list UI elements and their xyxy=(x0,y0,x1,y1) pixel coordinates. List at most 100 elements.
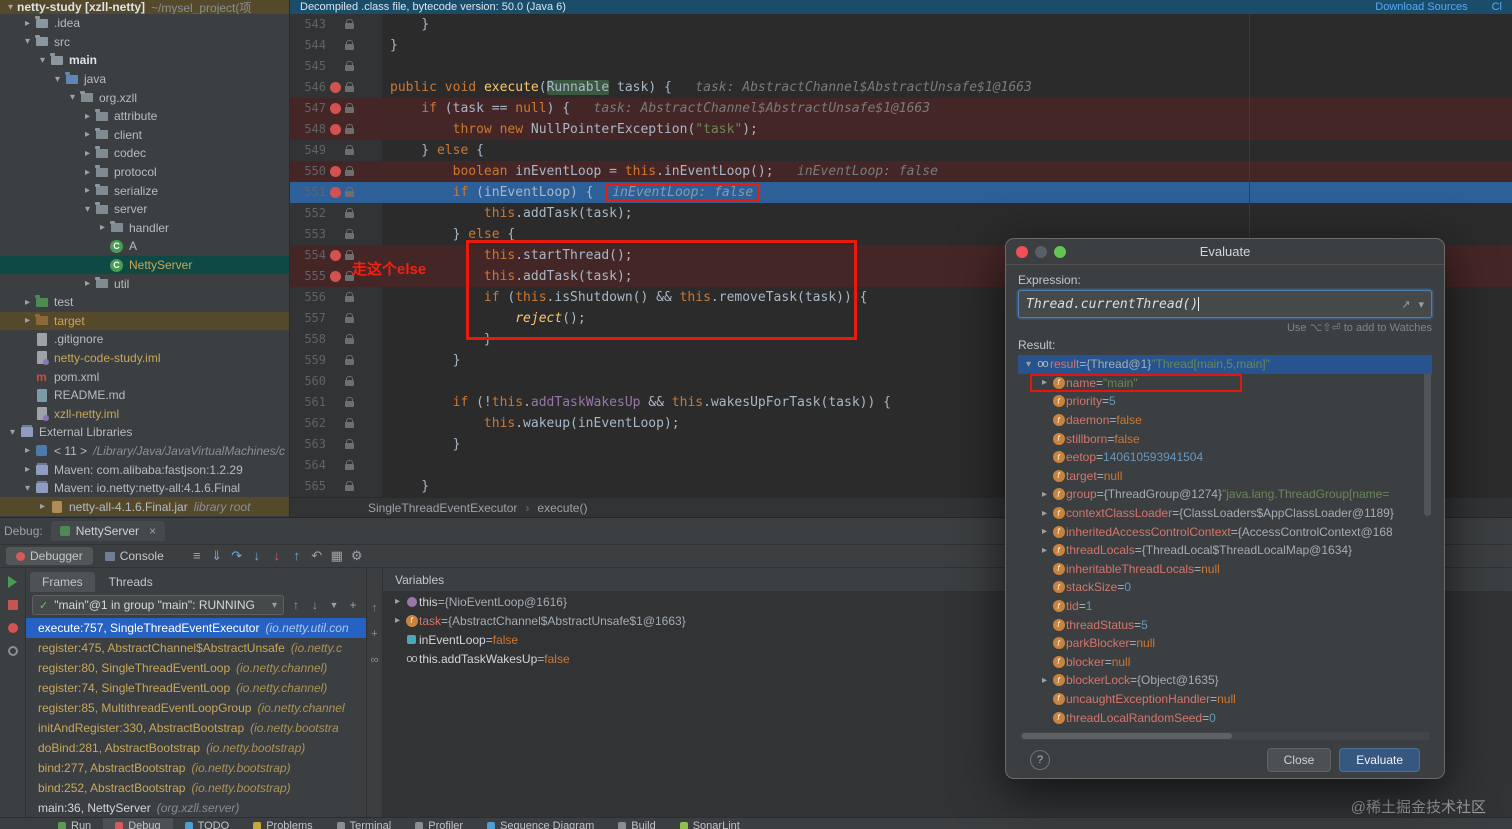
statusbar-item-problems[interactable]: Problems xyxy=(241,818,324,829)
tree-item-readme-md[interactable]: README.md xyxy=(0,386,289,405)
banner-truncated-link[interactable]: Cl xyxy=(1492,1,1502,13)
tree-item-target[interactable]: ▸ target xyxy=(0,311,289,331)
expand-editor-icon[interactable]: ↗ xyxy=(1401,298,1410,311)
help-button[interactable]: ? xyxy=(1030,750,1050,770)
editor-gutter[interactable]: 561 xyxy=(290,392,382,413)
tree-item-maven-io-netty-netty-all-4-1-6-final[interactable]: ▾ Maven: io.netty:netty-all:4.1.6.Final xyxy=(0,479,289,498)
editor-gutter[interactable]: 544 xyxy=(290,35,382,56)
add-watch-icon[interactable]: + xyxy=(371,628,377,640)
evaluate-result-row[interactable]: f priority = 5 xyxy=(1018,392,1432,411)
frame-row[interactable]: doBind:281, AbstractBootstrap (io.netty.b… xyxy=(26,738,366,758)
breakpoint-icon[interactable] xyxy=(330,124,341,135)
editor-gutter[interactable]: 556 xyxy=(290,287,382,308)
frame-row[interactable]: bind:252, AbstractBootstrap (io.netty.boo… xyxy=(26,778,366,798)
tree-item-xzll-netty-iml[interactable]: xzll-netty.iml xyxy=(0,404,289,423)
chevron-right-icon[interactable]: ▸ xyxy=(21,297,34,308)
evaluate-result-row[interactable]: f uncaughtExceptionHandler = null xyxy=(1018,690,1432,709)
force-step-into-icon[interactable]: ↓ xyxy=(268,548,286,564)
editor-gutter[interactable]: 549 xyxy=(290,140,382,161)
chevron-down-icon[interactable]: ▾ xyxy=(66,92,79,103)
settings-icon[interactable]: ⚙ xyxy=(348,548,366,564)
step-over-icon[interactable]: ↷ xyxy=(228,548,246,564)
tree-item-external-libraries[interactable]: ▾ External Libraries xyxy=(0,423,289,442)
layout-settings-icon[interactable]: ≡ xyxy=(188,548,206,564)
chevron-right-icon[interactable]: ▸ xyxy=(81,129,94,140)
tree-item--11-[interactable]: ▸ < 11 > /Library/Java/JavaVirtualMachines… xyxy=(0,442,289,461)
tree-item-client[interactable]: ▸ client xyxy=(0,126,289,145)
tree-item-server[interactable]: ▾ server xyxy=(0,200,289,219)
breakpoint-icon[interactable] xyxy=(330,166,341,177)
add-icon[interactable]: + xyxy=(346,598,360,612)
editor-gutter[interactable]: 553 xyxy=(290,224,382,245)
frame-row[interactable]: execute:757, SingleThreadEventExecutor (i… xyxy=(26,618,366,638)
tree-item-netty-code-study-iml[interactable]: netty-code-study.iml xyxy=(0,349,289,368)
previous-frame-icon[interactable]: ↑ xyxy=(289,598,303,612)
chevron-right-icon[interactable]: ▸ xyxy=(81,111,94,122)
frame-row[interactable]: main:36, NettyServer (org.xzll.server) xyxy=(26,798,366,817)
chevron-down-icon[interactable]: ▾ xyxy=(1418,298,1424,311)
statusbar-item-build[interactable]: Build xyxy=(606,818,667,829)
evaluate-result-row[interactable]: f eetop = 140610593941504 xyxy=(1018,448,1432,467)
chevron-right-icon[interactable]: ▸ xyxy=(21,464,34,475)
tree-item-protocol[interactable]: ▸ protocol xyxy=(0,163,289,182)
editor-gutter[interactable]: 551 xyxy=(290,182,382,203)
editor-gutter[interactable]: 552 xyxy=(290,203,382,224)
editor-gutter[interactable]: 548 xyxy=(290,119,382,140)
close-window-icon[interactable] xyxy=(1016,245,1028,258)
evaluate-result-row[interactable]: ▸ f group = {ThreadGroup@1274} "java.lang.… xyxy=(1018,485,1432,504)
next-frame-icon[interactable]: ↓ xyxy=(308,598,322,612)
tree-item-pom-xml[interactable]: pom.xml xyxy=(0,367,289,386)
editor-gutter[interactable]: 557 xyxy=(290,308,382,329)
editor-gutter[interactable]: 558 xyxy=(290,329,382,350)
chevron-right-icon[interactable]: ▸ xyxy=(96,222,109,233)
chevron-down-icon[interactable]: ▾ xyxy=(272,600,277,611)
tree-item-serialize[interactable]: ▸ serialize xyxy=(0,181,289,200)
editor-gutter[interactable]: 543 xyxy=(290,14,382,35)
tree-item-util[interactable]: ▸ util xyxy=(0,274,289,293)
scroll-to-top-icon[interactable]: ↑ xyxy=(372,602,378,614)
statusbar-item-terminal[interactable]: Terminal xyxy=(325,818,404,829)
close-button[interactable]: Close xyxy=(1266,748,1332,772)
tree-item-netty-all-4-1-6-final-jar[interactable]: ▸ netty-all-4.1.6.Final.jar library root xyxy=(0,497,289,517)
chevron-right-icon[interactable]: ▸ xyxy=(81,185,94,196)
chevron-right-icon[interactable]: ▸ xyxy=(391,615,404,626)
stop-icon[interactable] xyxy=(7,599,19,611)
editor-gutter[interactable]: 547 xyxy=(290,98,382,119)
step-out-icon[interactable]: ↑ xyxy=(288,548,306,564)
frame-row[interactable]: register:475, AbstractChannel$AbstractUn… xyxy=(26,638,366,658)
step-into-icon[interactable]: ↓ xyxy=(248,548,266,564)
chevron-right-icon[interactable]: ▸ xyxy=(21,315,34,326)
view-breakpoints-icon[interactable] xyxy=(7,622,19,634)
tab-debugger[interactable]: Debugger xyxy=(6,547,93,565)
chevron-right-icon[interactable]: ▸ xyxy=(81,167,94,178)
statusbar-item-sonarlint[interactable]: SonarLint xyxy=(668,818,752,829)
chevron-right-icon[interactable]: ▸ xyxy=(1038,526,1051,537)
chevron-right-icon[interactable]: ▸ xyxy=(1038,545,1051,556)
resume-icon[interactable] xyxy=(7,576,19,588)
mute-breakpoints-icon[interactable] xyxy=(7,645,19,657)
frame-row[interactable]: register:80, SingleThreadEventLoop (io.ne… xyxy=(26,658,366,678)
evaluate-result-row[interactable]: f inheritableThreadLocals = null xyxy=(1018,560,1432,579)
evaluate-result-row[interactable]: fthreadLocalRandomProbe = 0 xyxy=(1018,727,1432,730)
tree-item-maven-com-alibaba-fastjson-1-2-29[interactable]: ▸ Maven: com.alibaba:fastjson:1.2.29 xyxy=(0,460,289,479)
evaluate-button[interactable]: Evaluate xyxy=(1339,748,1420,772)
frame-row[interactable]: bind:277, AbstractBootstrap (io.netty.boo… xyxy=(26,758,366,778)
tree-item-attribute[interactable]: ▸ attribute xyxy=(0,107,289,126)
chevron-right-icon[interactable]: ▸ xyxy=(81,148,94,159)
tab-console[interactable]: Console xyxy=(95,547,174,565)
editor-gutter[interactable]: 564 xyxy=(290,455,382,476)
evaluate-result-row[interactable]: f stillborn = false xyxy=(1018,429,1432,448)
chevron-right-icon[interactable]: ▸ xyxy=(81,278,94,289)
chevron-right-icon[interactable]: ▸ xyxy=(1038,675,1051,686)
breakpoint-icon[interactable] xyxy=(330,250,341,261)
chevron-right-icon[interactable]: ▸ xyxy=(1038,508,1051,519)
editor-gutter[interactable]: 550 xyxy=(290,161,382,182)
breakpoint-icon[interactable] xyxy=(330,82,341,93)
editor-gutter[interactable]: 545 xyxy=(290,56,382,77)
evaluate-result-row[interactable]: f stackSize = 0 xyxy=(1018,578,1432,597)
chevron-right-icon[interactable]: ▸ xyxy=(36,501,49,512)
tree-item--gitignore[interactable]: .gitignore xyxy=(0,330,289,349)
frame-row[interactable]: register:85, MultithreadEventLoopGroup (i… xyxy=(26,698,366,718)
evaluate-result-row[interactable]: f tid = 1 xyxy=(1018,597,1432,616)
editor-gutter[interactable]: 565 xyxy=(290,476,382,497)
